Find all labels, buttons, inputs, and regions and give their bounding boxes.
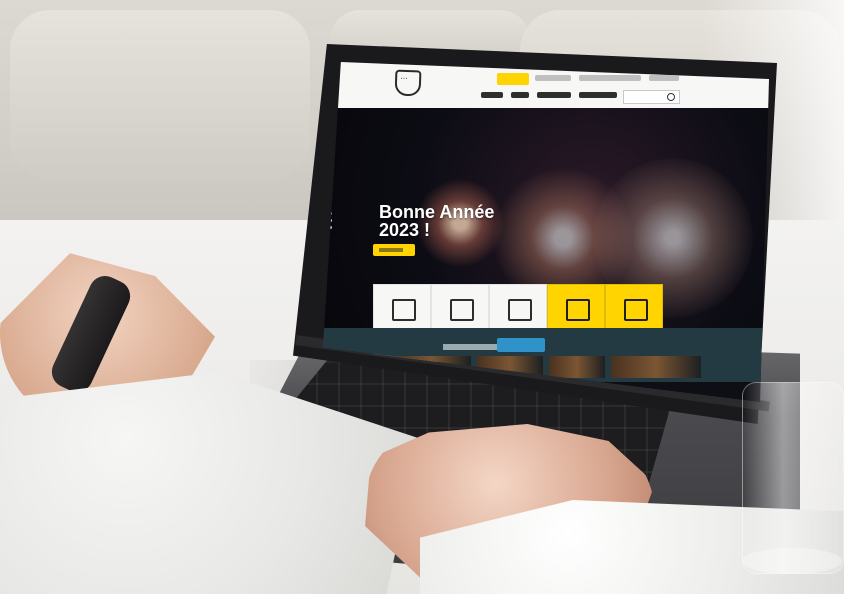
nav-item[interactable]	[481, 92, 503, 98]
search-input[interactable]	[623, 90, 680, 104]
thumbnail[interactable]	[611, 356, 701, 378]
nav-item[interactable]	[511, 92, 529, 98]
hero-title-line: 2023 !	[379, 220, 431, 240]
sofa-cushion	[10, 10, 310, 180]
water-glass-base	[742, 548, 842, 574]
site-logo-icon	[394, 69, 422, 97]
laptop-screen: Bonne Année 2023 !	[323, 62, 769, 402]
hero-cta-button[interactable]	[373, 244, 415, 256]
header-link[interactable]	[649, 75, 679, 81]
header-highlight-button[interactable]	[497, 73, 529, 85]
hero-title: Bonne Année 2023 !	[379, 203, 499, 239]
header-link[interactable]	[579, 75, 641, 81]
header-link[interactable]	[535, 75, 571, 81]
hero-title-line: Bonne Année	[379, 202, 495, 222]
newsletter-text	[443, 344, 499, 350]
newsletter-button[interactable]	[497, 338, 545, 352]
water-glass	[742, 382, 844, 574]
book-icon	[508, 299, 532, 321]
hero-banner: Bonne Année 2023 !	[323, 108, 769, 362]
building-icon	[450, 299, 474, 321]
header-top-links	[535, 75, 705, 83]
book-open-icon	[624, 299, 648, 321]
nav-item[interactable]	[537, 92, 571, 98]
search-icon	[667, 93, 675, 101]
thumbnail[interactable]	[549, 356, 605, 378]
photo-scene: Bonne Année 2023 !	[0, 0, 844, 594]
castle-icon	[566, 299, 590, 321]
nav-item[interactable]	[579, 92, 617, 98]
building-icon	[392, 299, 416, 321]
